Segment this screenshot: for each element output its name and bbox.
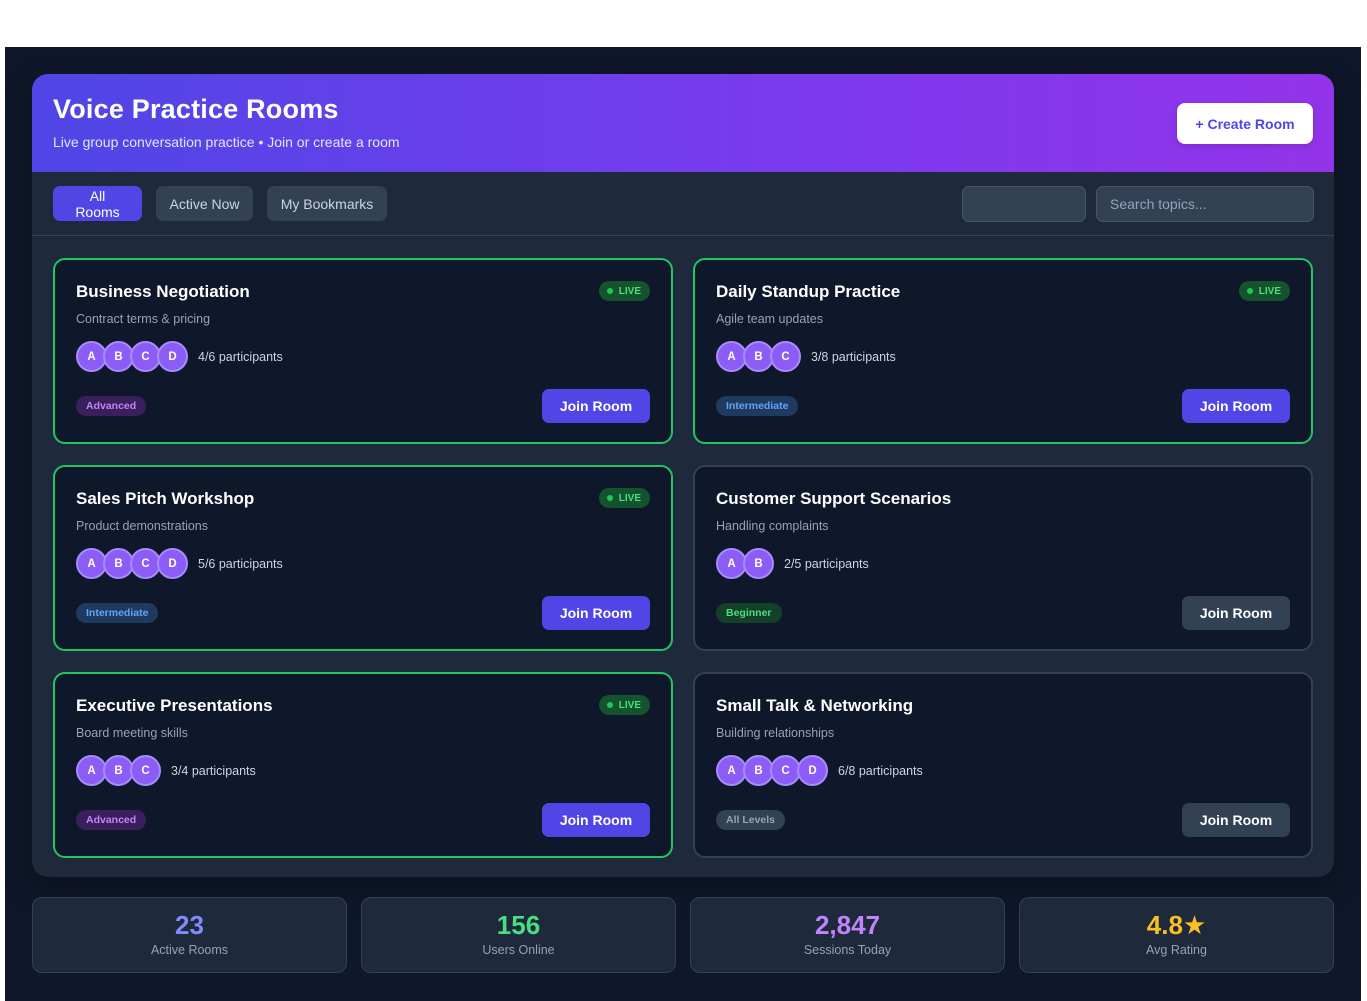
level-filter-select[interactable] bbox=[962, 186, 1086, 222]
room-title: Customer Support Scenarios bbox=[716, 489, 952, 508]
stat-value: 4.8★ bbox=[1146, 910, 1207, 940]
join-room-button[interactable]: Join Room bbox=[542, 389, 650, 423]
level-badge: Advanced bbox=[76, 810, 147, 830]
avatar: D bbox=[797, 755, 828, 786]
room-card: Small Talk & Networking Building relation… bbox=[693, 672, 1313, 858]
page-subtitle: Live group conversation practice • Join … bbox=[53, 134, 400, 150]
participant-count: 5/6 participants bbox=[198, 556, 283, 571]
level-badge: Beginner bbox=[716, 603, 782, 623]
level-badge: All Levels bbox=[716, 810, 786, 830]
room-title: Business Negotiation bbox=[76, 282, 250, 301]
stat-label: Sessions Today bbox=[803, 943, 892, 957]
room-card: Daily Standup Practice Agile team updates… bbox=[693, 258, 1313, 444]
room-card: Business Negotiation Contract terms & pri… bbox=[53, 258, 673, 444]
live-badge: LIVE bbox=[598, 695, 650, 715]
join-room-button[interactable]: Join Room bbox=[1182, 803, 1290, 837]
stat-label: Avg Rating bbox=[1146, 943, 1207, 957]
create-room-button[interactable]: + Create Room bbox=[1177, 103, 1313, 144]
participant-count: 6/8 participants bbox=[838, 763, 923, 778]
live-dot-icon bbox=[606, 495, 613, 501]
avatar: B bbox=[743, 548, 774, 579]
room-card: Sales Pitch Workshop Product demonstratio… bbox=[53, 465, 673, 651]
stat-card: 23 Active Rooms bbox=[32, 897, 347, 973]
avatar: C bbox=[130, 755, 161, 786]
live-dot-icon bbox=[1246, 288, 1253, 294]
filter-toolbar: All Rooms Active Now My Bookmarks bbox=[32, 172, 1334, 236]
participant-avatars: A B 2/5 participants bbox=[716, 548, 869, 579]
stat-card: 4.8★ Avg Rating bbox=[1019, 897, 1334, 973]
live-label: LIVE bbox=[618, 285, 641, 297]
header-banner: Voice Practice Rooms Live group conversa… bbox=[32, 74, 1334, 172]
stat-value: 23 bbox=[175, 910, 204, 940]
participant-avatars: A B C D 5/6 participants bbox=[76, 548, 283, 579]
room-description: Agile team updates bbox=[716, 312, 824, 326]
room-description: Handling complaints bbox=[716, 519, 829, 533]
stat-value: 156 bbox=[496, 910, 541, 940]
avatar: C bbox=[770, 341, 801, 372]
join-room-button[interactable]: Join Room bbox=[1182, 389, 1290, 423]
stat-card: 2,847 Sessions Today bbox=[690, 897, 1005, 973]
live-badge: LIVE bbox=[598, 488, 650, 508]
room-title: Executive Presentations bbox=[76, 696, 273, 715]
participant-count: 4/6 participants bbox=[198, 349, 283, 364]
room-card: Executive Presentations Board meeting ski… bbox=[53, 672, 673, 858]
avatar: D bbox=[157, 341, 188, 372]
participant-avatars: A B C D 6/8 participants bbox=[716, 755, 923, 786]
room-title: Sales Pitch Workshop bbox=[76, 489, 255, 508]
search-input[interactable] bbox=[1096, 186, 1314, 222]
join-room-button[interactable]: Join Room bbox=[542, 803, 650, 837]
live-label: LIVE bbox=[1258, 285, 1281, 297]
participant-count: 3/8 participants bbox=[811, 349, 896, 364]
live-label: LIVE bbox=[618, 492, 641, 504]
level-badge: Intermediate bbox=[76, 603, 159, 623]
app-background: Voice Practice Rooms Live group conversa… bbox=[5, 47, 1361, 1001]
participant-avatars: A B C 3/4 participants bbox=[76, 755, 256, 786]
live-badge: LIVE bbox=[1238, 281, 1290, 301]
room-card: Customer Support Scenarios Handling compl… bbox=[693, 465, 1313, 651]
live-badge: LIVE bbox=[598, 281, 650, 301]
stat-card: 156 Users Online bbox=[361, 897, 676, 973]
room-description: Product demonstrations bbox=[76, 519, 209, 533]
participant-count: 2/5 participants bbox=[784, 556, 869, 571]
stat-label: Active Rooms bbox=[150, 943, 229, 957]
rooms-panel: Voice Practice Rooms Live group conversa… bbox=[32, 74, 1334, 877]
tab-all-rooms[interactable]: All Rooms bbox=[53, 186, 142, 221]
live-dot-icon bbox=[606, 702, 613, 708]
level-badge: Intermediate bbox=[716, 396, 799, 416]
live-dot-icon bbox=[606, 288, 613, 294]
tab-my-bookmarks[interactable]: My Bookmarks bbox=[267, 186, 387, 221]
page-title: Voice Practice Rooms bbox=[53, 94, 339, 124]
tab-active-now[interactable]: Active Now bbox=[156, 186, 253, 221]
stat-label: Users Online bbox=[482, 943, 555, 957]
level-badge: Advanced bbox=[76, 396, 147, 416]
room-title: Daily Standup Practice bbox=[716, 282, 901, 301]
avatar: D bbox=[157, 548, 188, 579]
live-label: LIVE bbox=[618, 699, 641, 711]
room-title: Small Talk & Networking bbox=[716, 696, 914, 715]
participant-avatars: A B C D 4/6 participants bbox=[76, 341, 283, 372]
participant-count: 3/4 participants bbox=[171, 763, 256, 778]
room-description: Board meeting skills bbox=[76, 726, 188, 740]
join-room-button[interactable]: Join Room bbox=[1182, 596, 1290, 630]
join-room-button[interactable]: Join Room bbox=[542, 596, 650, 630]
stat-value: 2,847 bbox=[814, 910, 881, 940]
room-description: Contract terms & pricing bbox=[76, 312, 211, 326]
room-description: Building relationships bbox=[716, 726, 835, 740]
participant-avatars: A B C 3/8 participants bbox=[716, 341, 896, 372]
